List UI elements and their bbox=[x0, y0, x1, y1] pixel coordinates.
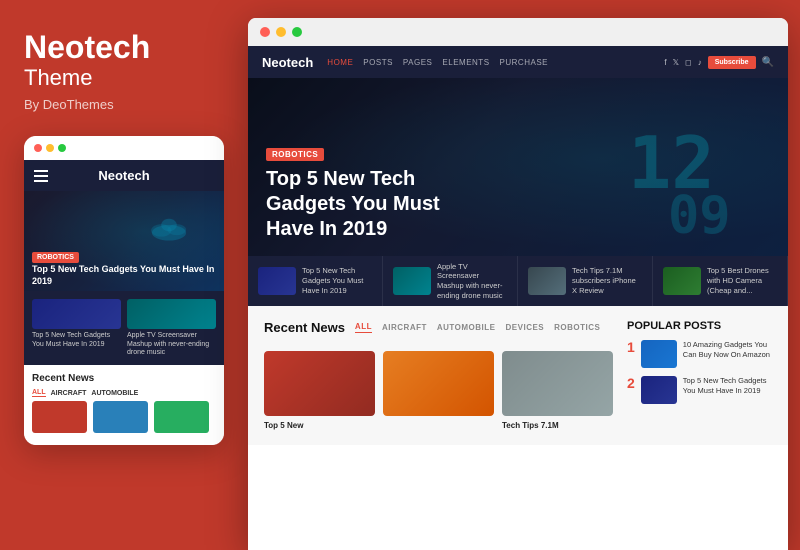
mobile-recent-news-title: Recent News bbox=[32, 373, 216, 384]
mobile-dot-green bbox=[58, 144, 66, 152]
mobile-mockup: Neotech ROBOTICS Top 5 New Tech Gadgets … bbox=[24, 136, 224, 445]
facebook-icon[interactable]: f bbox=[664, 58, 666, 67]
mobile-recent-news-section: Recent News ALL AIRCRAFT AUTOMOBILE bbox=[24, 365, 224, 445]
browser-dot-red[interactable] bbox=[260, 27, 270, 37]
news-card-img-2 bbox=[383, 351, 494, 416]
tab-all[interactable]: ALL bbox=[355, 322, 372, 333]
hamburger-icon[interactable] bbox=[34, 170, 48, 182]
news-card-text-3: Tech Tips 7.1M bbox=[502, 421, 613, 431]
browser-dot-green[interactable] bbox=[292, 27, 302, 37]
mobile-nav-title: Neotech bbox=[98, 168, 149, 183]
popular-text-1: 10 Amazing Gadgets You Can Buy Now On Am… bbox=[683, 340, 772, 360]
news-card-img-1 bbox=[264, 351, 375, 416]
popular-thumb-2 bbox=[641, 376, 677, 404]
nav-item-elements[interactable]: ELEMENTS bbox=[442, 58, 489, 67]
mobile-news-img-3 bbox=[154, 401, 209, 433]
popular-thumb-1 bbox=[641, 340, 677, 368]
thumb-text-3: Tech Tips 7.1M subscribers iPhone X Revi… bbox=[572, 266, 642, 295]
robotics-badge: ROBOTICS bbox=[266, 148, 324, 161]
thumb-img-3 bbox=[528, 267, 566, 295]
mobile-nav: Neotech bbox=[24, 160, 224, 191]
search-icon[interactable]: 🔍 bbox=[762, 57, 774, 68]
thumb-text-1: Top 5 New Tech Gadgets You Must Have In … bbox=[302, 266, 372, 295]
mobile-robotics-badge: ROBOTICS bbox=[32, 252, 79, 263]
news-card-2[interactable] bbox=[383, 351, 494, 431]
news-card-3[interactable]: Tech Tips 7.1M bbox=[502, 351, 613, 431]
main-left: Recent News ALL AIRCRAFT AUTOMOBILE DEVI… bbox=[264, 320, 613, 431]
tiktok-icon[interactable]: ♪ bbox=[698, 58, 702, 67]
mobile-news-img-1 bbox=[32, 401, 87, 433]
thumb-img-4 bbox=[663, 267, 701, 295]
browser-chrome bbox=[248, 18, 788, 46]
hero-title: Top 5 New Tech Gadgets You Must Have In … bbox=[266, 167, 486, 242]
mobile-thumb-2: Apple TV Screensaver Mashup with never-e… bbox=[127, 299, 216, 357]
site-hero: 12 09 ROBOTICS Top 5 New Tech Gadgets Yo… bbox=[248, 78, 788, 256]
mobile-devices-row bbox=[32, 401, 216, 437]
thumb-text-2: Apple TV Screensaver Mashup with never-e… bbox=[437, 262, 507, 301]
site-nav: HOME POSTS PAGES ELEMENTS PURCHASE bbox=[327, 58, 650, 67]
browser-window: Neotech HOME POSTS PAGES ELEMENTS PURCHA… bbox=[248, 18, 788, 550]
section-tabs: ALL AIRCRAFT AUTOMOBILE DEVICES ROBOTICS bbox=[355, 322, 600, 333]
mobile-tag-row: ALL AIRCRAFT AUTOMOBILE bbox=[32, 389, 216, 397]
thumb-item-1[interactable]: Top 5 New Tech Gadgets You Must Have In … bbox=[248, 256, 383, 306]
nav-item-posts[interactable]: POSTS bbox=[363, 58, 393, 67]
mobile-thumb-1: Top 5 New Tech Gadgets You Must Have In … bbox=[32, 299, 121, 357]
site-logo: Neotech bbox=[262, 55, 313, 70]
thumb-text-4: Top 5 Best Drones with HD Camera (Cheap … bbox=[707, 266, 777, 295]
mobile-tab-aircraft[interactable]: AIRCRAFT bbox=[51, 390, 87, 397]
brand-title: Neotech bbox=[24, 30, 224, 65]
thumb-item-3[interactable]: Tech Tips 7.1M subscribers iPhone X Revi… bbox=[518, 256, 653, 306]
mobile-news-img-2 bbox=[93, 401, 148, 433]
popular-item-1[interactable]: 1 10 Amazing Gadgets You Can Buy Now On … bbox=[627, 340, 772, 368]
twitter-icon[interactable]: 𝕏 bbox=[673, 58, 679, 67]
tab-aircraft[interactable]: AIRCRAFT bbox=[382, 323, 427, 332]
mobile-tab-all[interactable]: ALL bbox=[32, 389, 46, 397]
site-header: Neotech HOME POSTS PAGES ELEMENTS PURCHA… bbox=[248, 46, 788, 78]
site-header-right: f 𝕏 ◻ ♪ Subscribe 🔍 bbox=[664, 56, 774, 69]
popular-num-2: 2 bbox=[627, 376, 635, 390]
brand-by: By DeoThemes bbox=[24, 97, 224, 112]
subscribe-button[interactable]: Subscribe bbox=[708, 56, 756, 69]
browser-dot-yellow[interactable] bbox=[276, 27, 286, 37]
thumb-img-2 bbox=[393, 267, 431, 295]
site-main: Recent News ALL AIRCRAFT AUTOMOBILE DEVI… bbox=[248, 306, 788, 445]
mobile-top-bar bbox=[24, 136, 224, 160]
mobile-dot-yellow bbox=[46, 144, 54, 152]
popular-posts-title: POPULAR POSTS bbox=[627, 320, 772, 332]
thumbs-strip: Top 5 New Tech Gadgets You Must Have In … bbox=[248, 256, 788, 306]
nav-item-purchase[interactable]: PURCHASE bbox=[500, 58, 548, 67]
thumb-item-4[interactable]: Top 5 Best Drones with HD Camera (Cheap … bbox=[653, 256, 788, 306]
mobile-tab-automobile[interactable]: AUTOMOBILE bbox=[91, 390, 138, 397]
popular-item-2[interactable]: 2 Top 5 New Tech Gadgets You Must Have I… bbox=[627, 376, 772, 404]
popular-num-1: 1 bbox=[627, 340, 635, 354]
thumb-item-2[interactable]: Apple TV Screensaver Mashup with never-e… bbox=[383, 256, 518, 306]
news-card-1[interactable]: Top 5 New bbox=[264, 351, 375, 431]
tab-devices[interactable]: DEVICES bbox=[506, 323, 545, 332]
tab-robotics[interactable]: ROBOTICS bbox=[554, 323, 600, 332]
popular-text-2: Top 5 New Tech Gadgets You Must Have In … bbox=[683, 376, 772, 396]
left-panel: Neotech Theme By DeoThemes Neotech bbox=[0, 0, 248, 550]
news-card-text-1: Top 5 New bbox=[264, 421, 375, 431]
brand-subtitle: Theme bbox=[24, 65, 224, 91]
tab-automobile[interactable]: AUTOMOBILE bbox=[437, 323, 496, 332]
thumb-img-1 bbox=[258, 267, 296, 295]
mobile-hero-text: Top 5 New Tech Gadgets You Must Have In … bbox=[32, 264, 216, 287]
nav-item-pages[interactable]: PAGES bbox=[403, 58, 432, 67]
nav-item-home[interactable]: HOME bbox=[327, 58, 353, 67]
mobile-hero: ROBOTICS Top 5 New Tech Gadgets You Must… bbox=[24, 191, 224, 291]
mobile-dot-red bbox=[34, 144, 42, 152]
instagram-icon[interactable]: ◻ bbox=[685, 58, 692, 67]
main-right: POPULAR POSTS 1 10 Amazing Gadgets You C… bbox=[627, 320, 772, 431]
news-card-img-3 bbox=[502, 351, 613, 416]
cloud-icon bbox=[144, 211, 194, 246]
hero-content: ROBOTICS Top 5 New Tech Gadgets You Must… bbox=[248, 144, 788, 256]
news-grid: Top 5 New Tech Tips 7.1M bbox=[264, 351, 613, 431]
mobile-thumbs-row: Top 5 New Tech Gadgets You Must Have In … bbox=[24, 291, 224, 365]
recent-news-title: Recent News bbox=[264, 320, 345, 335]
